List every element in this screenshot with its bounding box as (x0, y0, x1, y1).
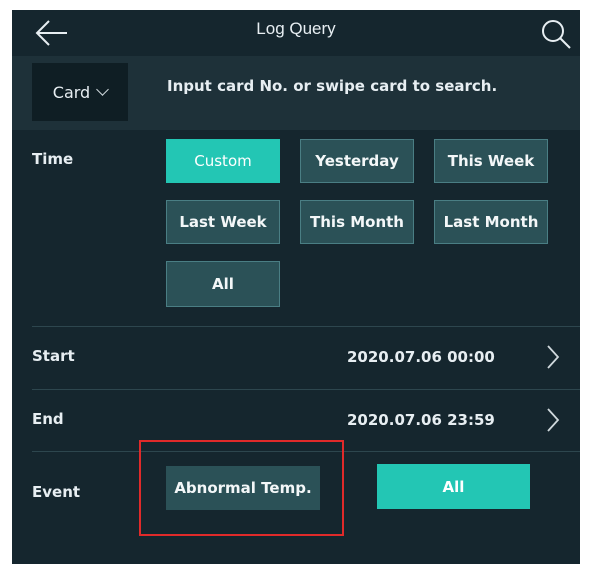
search-type-label: Card (52, 82, 91, 102)
start-time-value[interactable]: 2020.07.06 00:00 (347, 348, 495, 366)
divider (32, 451, 580, 452)
end-time-value[interactable]: 2020.07.06 23:59 (347, 411, 495, 429)
header-bar: Log Query (12, 10, 580, 56)
chevron-right-icon[interactable] (544, 407, 562, 433)
time-label: Time (32, 150, 74, 168)
search-icon[interactable] (540, 18, 572, 50)
time-option-all[interactable]: All (166, 261, 280, 307)
time-option-this-week[interactable]: This Week (434, 139, 548, 183)
event-option-abnormal-temp[interactable]: Abnormal Temp. (166, 466, 320, 510)
start-label: Start (32, 347, 75, 365)
time-option-last-week[interactable]: Last Week (166, 200, 280, 244)
divider (32, 389, 580, 390)
time-option-last-month[interactable]: Last Month (434, 200, 548, 244)
time-option-custom[interactable]: Custom (166, 139, 280, 183)
page-title: Log Query (256, 19, 336, 38)
time-option-this-month[interactable]: This Month (300, 200, 414, 244)
end-label: End (32, 410, 64, 428)
search-input[interactable]: Input card No. or swipe card to search. (167, 77, 497, 95)
chevron-right-icon[interactable] (544, 344, 562, 370)
divider (32, 326, 580, 327)
event-option-all[interactable]: All (377, 464, 530, 509)
chevron-down-icon (96, 83, 110, 96)
search-type-dropdown[interactable]: Card (32, 63, 128, 121)
event-label: Event (32, 483, 81, 501)
time-option-yesterday[interactable]: Yesterday (300, 139, 414, 183)
log-query-screen: Log Query Card Input card No. or swipe c… (12, 10, 580, 564)
